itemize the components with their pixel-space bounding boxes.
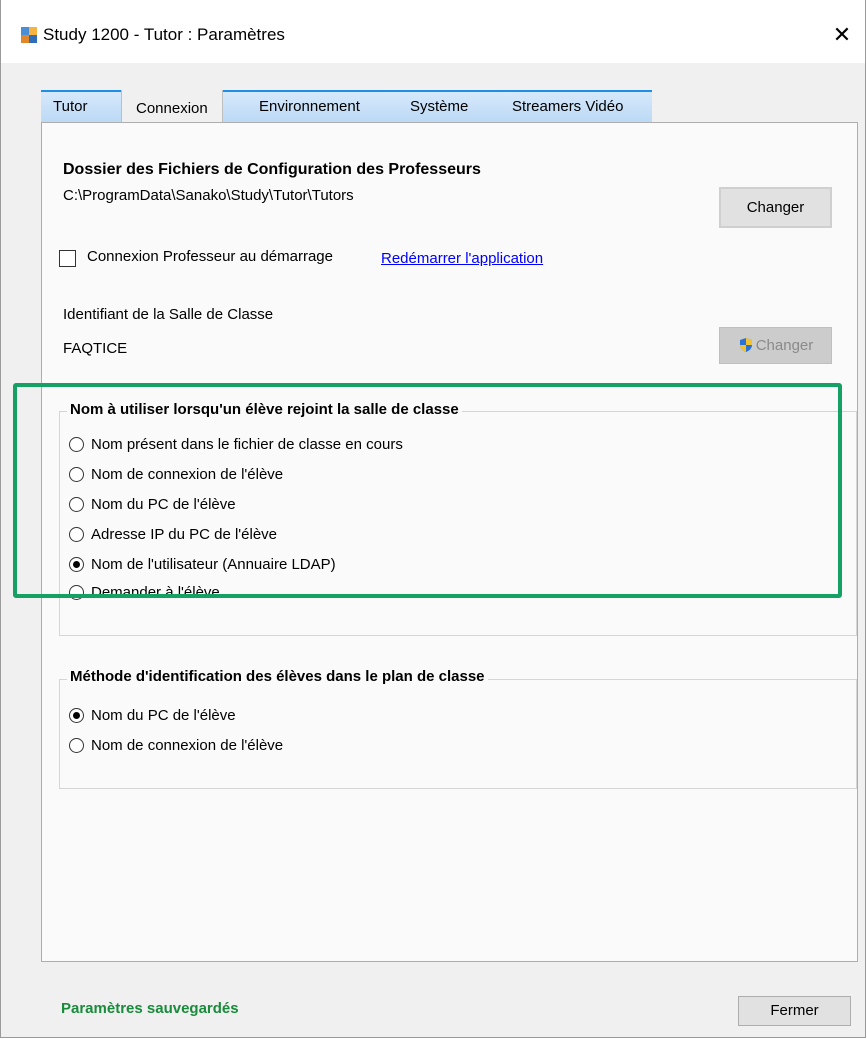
change-classroom-button[interactable]: Changer	[719, 327, 832, 364]
radio-button[interactable]	[69, 497, 84, 512]
connexion-panel: Dossier des Fichiers de Configuration de…	[41, 122, 858, 962]
teacher-login-checkbox[interactable]	[59, 250, 76, 267]
config-folder-heading: Dossier des Fichiers de Configuration de…	[63, 161, 481, 178]
identification-group-title: Méthode d'identification des élèves dans…	[67, 668, 488, 685]
student-name-option-1[interactable]: Nom présent dans le fichier de classe en…	[69, 436, 403, 453]
option-label: Nom présent dans le fichier de classe en…	[91, 436, 403, 453]
radio-button[interactable]	[69, 738, 84, 753]
classroom-id-label: Identifiant de la Salle de Classe	[63, 306, 274, 323]
uac-shield-icon	[739, 338, 752, 352]
option-label: Nom de connexion de l'élève	[91, 466, 284, 483]
tab-tutor[interactable]: Tutor	[53, 98, 87, 115]
radio-button-selected[interactable]	[69, 708, 84, 723]
option-label: Nom du PC de l'élève	[91, 707, 236, 724]
radio-button[interactable]	[69, 585, 84, 600]
change-classroom-label: Changer	[755, 337, 814, 354]
change-folder-button[interactable]: Changer	[719, 187, 832, 228]
title-bar: Study 1200 - Tutor : Paramètres ✕	[1, 0, 865, 63]
radio-button[interactable]	[69, 437, 84, 452]
teacher-login-label: Connexion Professeur au démarrage	[87, 248, 333, 265]
tab-systeme[interactable]: Système	[410, 98, 468, 115]
app-icon	[21, 27, 37, 43]
restart-app-link[interactable]: Redémarrer l'application	[381, 250, 543, 267]
option-label: Nom de l'utilisateur (Annuaire LDAP)	[91, 556, 336, 573]
close-button[interactable]: Fermer	[738, 996, 851, 1026]
radio-button[interactable]	[69, 467, 84, 482]
student-name-option-5[interactable]: Nom de l'utilisateur (Annuaire LDAP)	[69, 556, 336, 573]
config-folder-path: C:\ProgramData\Sanako\Study\Tutor\Tutors	[63, 187, 354, 204]
student-name-option-2[interactable]: Nom de connexion de l'élève	[69, 466, 283, 483]
status-message: Paramètres sauvegardés	[61, 1000, 239, 1017]
tab-connexion[interactable]: Connexion	[121, 90, 223, 123]
radio-button[interactable]	[69, 527, 84, 542]
option-label: Nom du PC de l'élève	[91, 496, 236, 513]
identification-group	[59, 679, 857, 789]
tab-streamers-video[interactable]: Streamers Vidéo	[512, 98, 623, 115]
classroom-id-value: FAQTICE	[63, 340, 128, 357]
tab-environnement[interactable]: Environnement	[259, 98, 360, 115]
student-name-group-title: Nom à utiliser lorsqu'un élève rejoint l…	[67, 401, 462, 418]
student-name-option-6[interactable]: Demander à l'élève	[69, 584, 220, 601]
option-label: Demander à l'élève	[91, 584, 220, 601]
student-name-option-3[interactable]: Nom du PC de l'élève	[69, 496, 236, 513]
student-name-option-4[interactable]: Adresse IP du PC de l'élève	[69, 526, 277, 543]
identification-option-1[interactable]: Nom du PC de l'élève	[69, 707, 236, 724]
option-label: Nom de connexion de l'élève	[91, 737, 284, 754]
identification-option-2[interactable]: Nom de connexion de l'élève	[69, 737, 283, 754]
close-icon[interactable]: ✕	[819, 16, 865, 54]
option-label: Adresse IP du PC de l'élève	[91, 526, 278, 543]
settings-window: Study 1200 - Tutor : Paramètres ✕ Tutor …	[0, 0, 866, 1038]
window-title: Study 1200 - Tutor : Paramètres	[43, 25, 285, 44]
radio-button-selected[interactable]	[69, 557, 84, 572]
